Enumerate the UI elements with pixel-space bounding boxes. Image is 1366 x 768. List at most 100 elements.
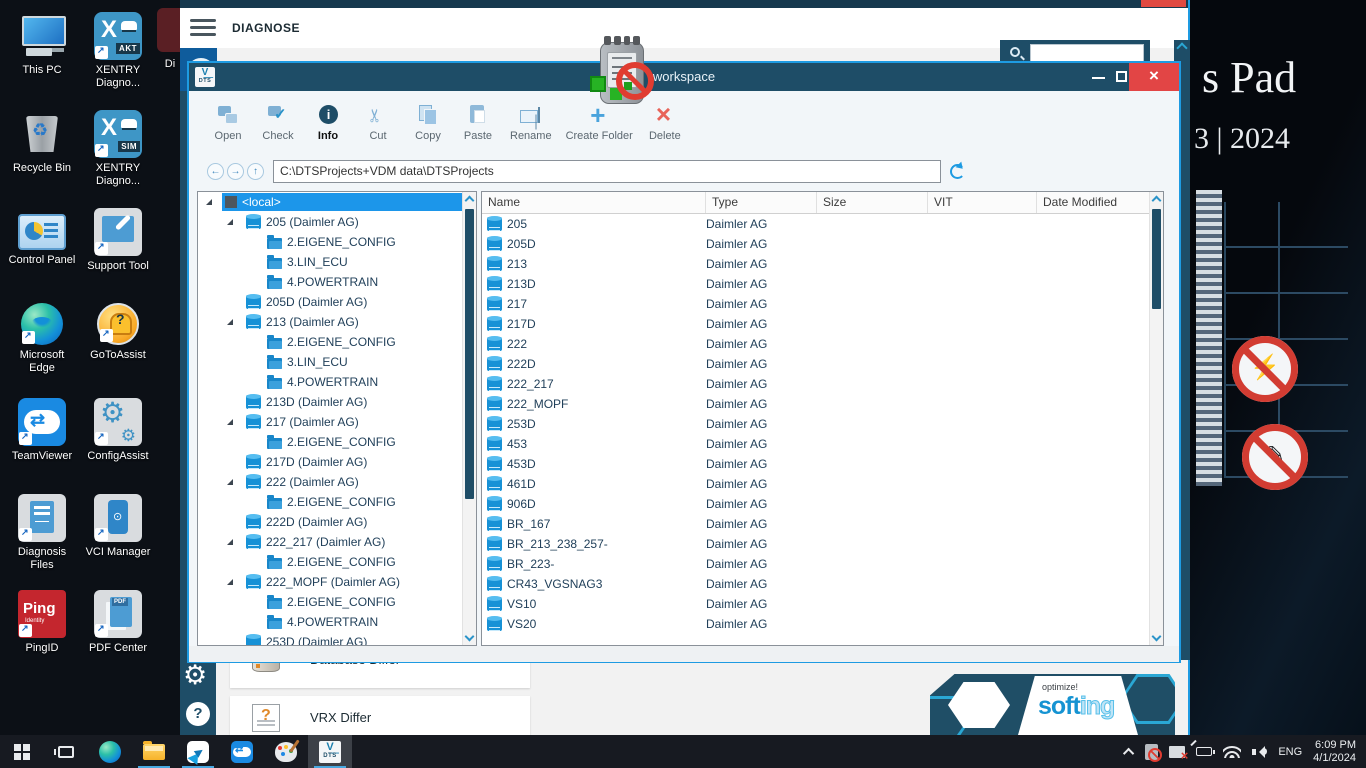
back-button[interactable]: ← (207, 163, 224, 180)
tree-item-205-daimler-ag[interactable]: 205 (Daimler AG) (198, 212, 464, 232)
toolbar-info-button[interactable]: Info (303, 95, 353, 149)
taskbar-explorer-button[interactable] (132, 735, 176, 768)
tree-item-2-eigene-config[interactable]: 2.EIGENE_CONFIG (198, 552, 464, 572)
tree-item-3-lin-ecu[interactable]: 3.LIN_ECU (198, 352, 464, 372)
list-row-vs20[interactable]: VS20Daimler AG (482, 614, 1151, 634)
taskbar-edge-button[interactable] (88, 735, 132, 768)
list-row-217d[interactable]: 217DDaimler AG (482, 314, 1151, 334)
desktop-icon-teamviewer[interactable]: TeamViewer (6, 398, 78, 463)
tree-item-2-eigene-config[interactable]: 2.EIGENE_CONFIG (198, 232, 464, 252)
volume-icon[interactable] (1252, 746, 1267, 758)
desktop-icon-support-tool[interactable]: Support Tool (82, 208, 154, 273)
scroll-down-icon[interactable] (1152, 632, 1162, 642)
list-row-453d[interactable]: 453DDaimler AG (482, 454, 1151, 474)
forward-button[interactable]: → (227, 163, 244, 180)
list-row-453[interactable]: 453Daimler AG (482, 434, 1151, 454)
toolbar-cut-button[interactable]: Cut (353, 95, 403, 149)
list-row-205d[interactable]: 205DDaimler AG (482, 234, 1151, 254)
tree-item-2-eigene-config[interactable]: 2.EIGENE_CONFIG (198, 592, 464, 612)
column-header-vit[interactable]: VIT (928, 192, 1037, 213)
desktop-icon-microsoft-edge[interactable]: Microsoft Edge (6, 300, 78, 375)
desktop-icon-this-pc[interactable]: This PC (6, 12, 78, 77)
tree-item-222-daimler-ag[interactable]: 222 (Daimler AG) (198, 472, 464, 492)
toolbar-rename-button[interactable]: Rename (503, 95, 559, 149)
list-row-222-mopf[interactable]: 222_MOPFDaimler AG (482, 394, 1151, 414)
scroll-down-icon[interactable] (465, 632, 475, 642)
toolbar-paste-button[interactable]: Paste (453, 95, 503, 149)
list-row-br-223[interactable]: BR_223-Daimler AG (482, 554, 1151, 574)
tree-item-2-eigene-config[interactable]: 2.EIGENE_CONFIG (198, 432, 464, 452)
column-header-size[interactable]: Size (817, 192, 928, 213)
refresh-icon[interactable] (950, 164, 965, 179)
list-row-213[interactable]: 213Daimler AG (482, 254, 1151, 274)
list-row-217[interactable]: 217Daimler AG (482, 294, 1151, 314)
tree-item-217-daimler-ag[interactable]: 217 (Daimler AG) (198, 412, 464, 432)
taskbar-paint-button[interactable] (264, 735, 308, 768)
start-button[interactable] (0, 735, 44, 768)
tree-item-local[interactable]: <local> (198, 192, 464, 212)
list-row-205[interactable]: 205Daimler AG (482, 214, 1151, 234)
task-view-button[interactable] (44, 735, 88, 768)
tree-scrollbar[interactable] (462, 192, 476, 645)
desktop-icon-gotoassist[interactable]: GoToAssist (82, 300, 154, 362)
list-row-222-217[interactable]: 222_217Daimler AG (482, 374, 1151, 394)
list-row-vs10[interactable]: VS10Daimler AG (482, 594, 1151, 614)
column-header-date-modified[interactable]: Date Modified (1037, 192, 1151, 213)
desktop-icon-control-panel[interactable]: Control Panel (6, 208, 78, 267)
tree-item-222d-daimler-ag[interactable]: 222D (Daimler AG) (198, 512, 464, 532)
desktop-icon-vci-manager[interactable]: VCI Manager (82, 494, 154, 559)
taskbar-app-button[interactable] (176, 735, 220, 768)
tree-item-2-eigene-config[interactable]: 2.EIGENE_CONFIG (198, 332, 464, 352)
desktop-icon-xentry-diagno[interactable]: AKTXENTRY Diagno... (82, 12, 154, 90)
tree-item-253d-daimler-ag[interactable]: 253D (Daimler AG) (198, 632, 464, 645)
taskbar-dts-button[interactable]: V͟DTS (308, 735, 352, 768)
desktop-icon-diagnosis-files[interactable]: Diagnosis Files (6, 494, 78, 572)
vrx-differ-item[interactable]: VRX Differ (230, 696, 530, 736)
scroll-thumb[interactable] (1152, 209, 1161, 309)
list-row-br-213-238-257[interactable]: BR_213_238_257-Daimler AG (482, 534, 1151, 554)
wifi-icon[interactable] (1223, 745, 1241, 758)
scroll-thumb[interactable] (465, 209, 474, 499)
hamburger-menu-icon[interactable] (190, 19, 216, 37)
toolbar-copy-button[interactable]: Copy (403, 95, 453, 149)
maximize-button[interactable] (1116, 71, 1127, 82)
tree-item-4-powertrain[interactable]: 4.POWERTRAIN (198, 272, 464, 292)
tree-item-2-eigene-config[interactable]: 2.EIGENE_CONFIG (198, 492, 464, 512)
tree-item-217d-daimler-ag[interactable]: 217D (Daimler AG) (198, 452, 464, 472)
settings-gear-icon[interactable]: ⚙ (183, 660, 207, 691)
desktop-icon-pdf-center[interactable]: PDF Center (82, 590, 154, 655)
expander-icon[interactable] (227, 579, 233, 585)
toolbar-check-button[interactable]: Check (253, 95, 303, 149)
tree-item-4-powertrain[interactable]: 4.POWERTRAIN (198, 372, 464, 392)
clock[interactable]: 6:09 PM 4/1/2024 (1313, 739, 1356, 765)
list-row-906d[interactable]: 906DDaimler AG (482, 494, 1151, 514)
desktop-icon-pingid[interactable]: PingID (6, 590, 78, 655)
tray-vci-disconnected-icon[interactable] (1145, 744, 1158, 760)
expander-icon[interactable] (227, 319, 233, 325)
tray-expand-icon[interactable] (1123, 747, 1134, 758)
language-indicator[interactable]: ENG (1278, 746, 1302, 758)
tree-item-3-lin-ecu[interactable]: 3.LIN_ECU (198, 252, 464, 272)
tree-item-4-powertrain[interactable]: 4.POWERTRAIN (198, 612, 464, 632)
list-row-213d[interactable]: 213DDaimler AG (482, 274, 1151, 294)
expander-icon[interactable] (227, 539, 233, 545)
path-input[interactable] (273, 160, 941, 183)
list-scrollbar[interactable] (1149, 192, 1163, 645)
desktop-icon-configassist[interactable]: ConfigAssist (82, 398, 154, 463)
tree-item-222-mopf-daimler-ag[interactable]: 222_MOPF (Daimler AG) (198, 572, 464, 592)
tree-item-222-217-daimler-ag[interactable]: 222_217 (Daimler AG) (198, 532, 464, 552)
expander-icon[interactable] (206, 199, 212, 205)
list-row-cr43-vgsnag3[interactable]: CR43_VGSNAG3Daimler AG (482, 574, 1151, 594)
expander-icon[interactable] (227, 479, 233, 485)
tree-item-213-daimler-ag[interactable]: 213 (Daimler AG) (198, 312, 464, 332)
tray-network-error-icon[interactable] (1169, 746, 1185, 758)
expander-icon[interactable] (227, 419, 233, 425)
column-header-name[interactable]: Name (482, 192, 706, 213)
tree-item-213d-daimler-ag[interactable]: 213D (Daimler AG) (198, 392, 464, 412)
expander-icon[interactable] (227, 219, 233, 225)
scroll-up-icon[interactable] (1152, 196, 1162, 206)
dialog-titlebar[interactable]: V͟DTS workspace × (189, 63, 1179, 91)
desktop-icon-recycle-bin[interactable]: Recycle Bin (6, 110, 78, 175)
search-input[interactable] (1030, 44, 1144, 62)
list-row-222d[interactable]: 222DDaimler AG (482, 354, 1151, 374)
